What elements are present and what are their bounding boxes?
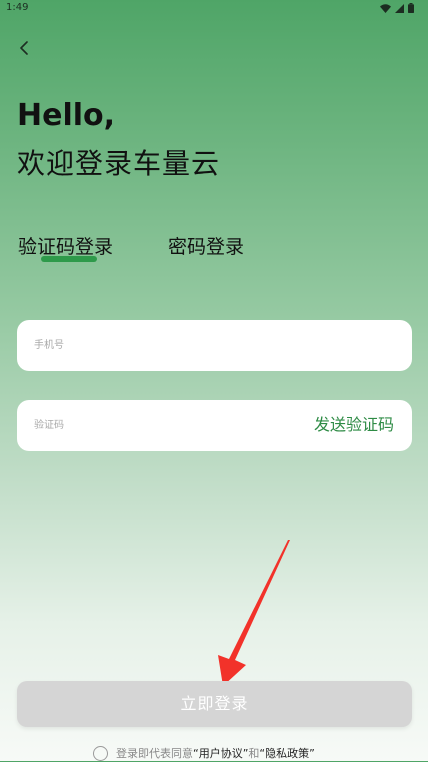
status-icons <box>380 3 414 13</box>
code-input-card: 发送验证码 <box>17 400 412 451</box>
welcome-title: 欢迎登录车量云 <box>17 147 221 180</box>
agreement-checkbox[interactable] <box>93 745 108 761</box>
phone-input-card <box>17 320 412 371</box>
signal-icon <box>395 3 404 13</box>
status-bar: 1:49 <box>0 0 428 18</box>
wifi-icon <box>380 3 391 13</box>
privacy-policy-link[interactable]: “隐私政策” <box>259 745 314 761</box>
user-agreement-link[interactable]: “用户协议” <box>193 745 248 761</box>
battery-icon <box>408 3 414 13</box>
chevron-left-icon <box>20 41 28 55</box>
agreement-conjunction: 和 <box>248 747 260 760</box>
status-time: 1:49 <box>6 2 29 13</box>
login-button[interactable]: 立即登录 <box>17 681 412 727</box>
tab-password-login[interactable]: 密码登录 <box>168 234 244 260</box>
send-code-button[interactable]: 发送验证码 <box>314 413 394 437</box>
agreement-prefix: 登录即代表同意 <box>116 747 193 760</box>
agreement-row: 登录即代表同意 “用户协议” 和 “隐私政策” <box>93 744 315 762</box>
verification-code-input[interactable] <box>34 400 304 451</box>
back-button[interactable] <box>12 36 36 60</box>
phone-input[interactable] <box>34 320 394 371</box>
tab-active-indicator <box>41 256 97 262</box>
greeting-title: Hello, <box>17 98 116 133</box>
